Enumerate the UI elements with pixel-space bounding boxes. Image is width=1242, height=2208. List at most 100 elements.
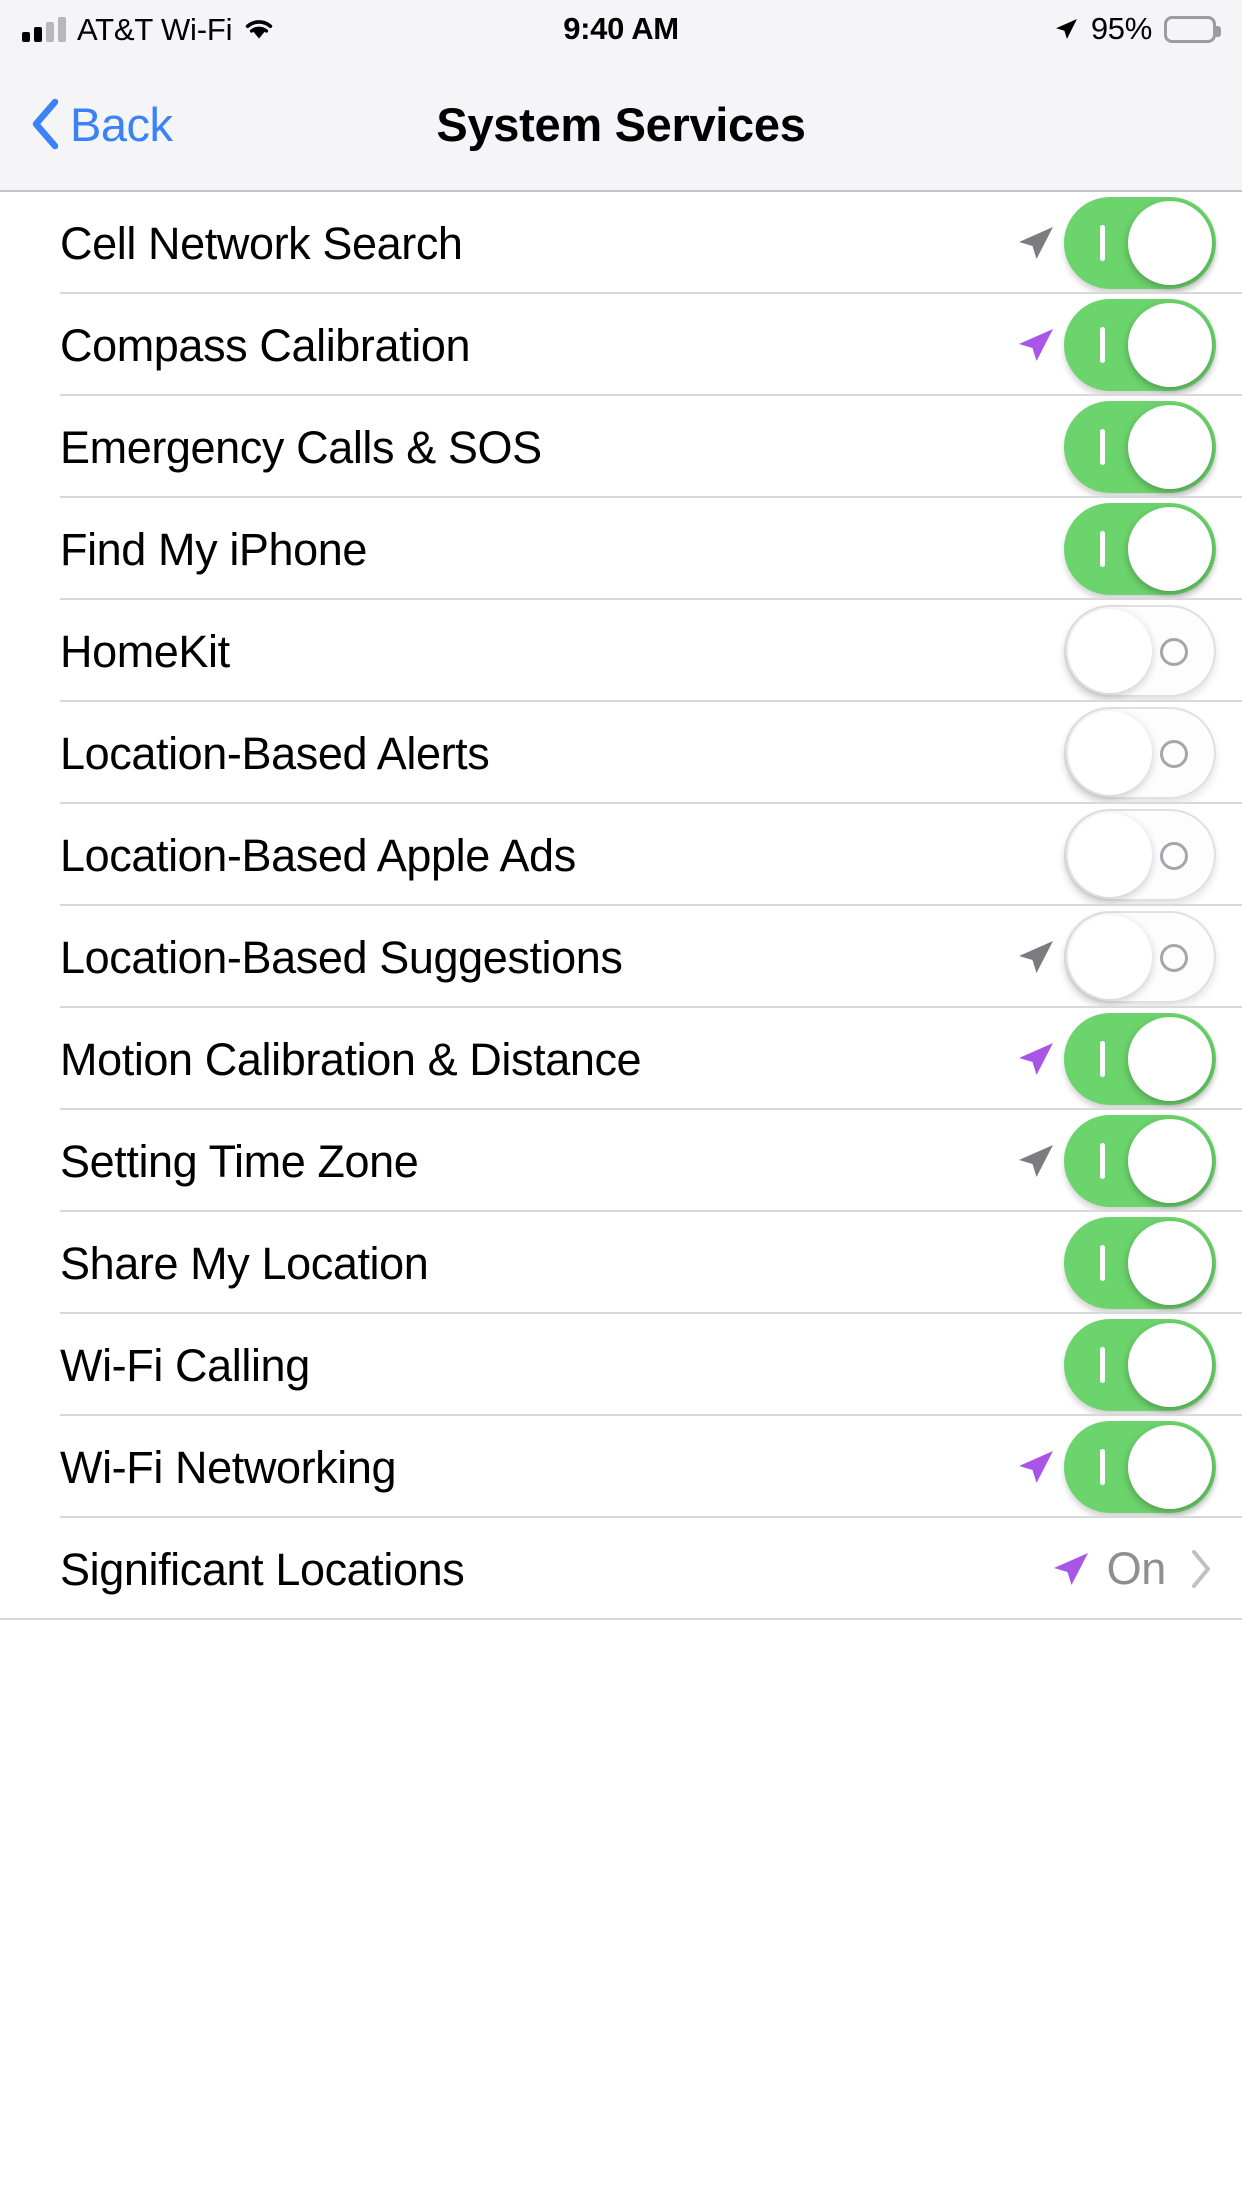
- toggle-knob: [1068, 813, 1152, 897]
- list-item-label: Share My Location: [60, 1237, 429, 1289]
- list-item: Cell Network Search: [0, 192, 1242, 294]
- list-item: Compass Calibration: [0, 294, 1242, 396]
- toggle-off-mark-icon: [1160, 944, 1188, 972]
- location-arrow-icon: [1049, 1547, 1093, 1591]
- location-arrow-icon: [1014, 425, 1058, 469]
- toggle-switch[interactable]: [1064, 1319, 1216, 1411]
- toggle-knob: [1128, 1221, 1212, 1305]
- list-item-label: Emergency Calls & SOS: [60, 421, 542, 473]
- list-item-label: Setting Time Zone: [60, 1135, 419, 1187]
- toggle-on-mark-icon: [1100, 225, 1105, 261]
- location-arrow-icon: [1014, 1037, 1058, 1081]
- list-item-label: Find My iPhone: [60, 523, 368, 575]
- toggle-knob: [1128, 303, 1212, 387]
- toggle-on-mark-icon: [1100, 429, 1105, 465]
- carrier-label: AT&T Wi-Fi: [77, 11, 233, 47]
- list-item-accessory: [1014, 1115, 1216, 1207]
- list-item-accessory: [1014, 197, 1216, 289]
- location-arrow-icon: [1053, 16, 1079, 42]
- list-item-value: On: [1106, 1543, 1167, 1594]
- status-bar-left: AT&T Wi-Fi: [22, 14, 275, 45]
- list-item: Wi-Fi Calling: [0, 1314, 1242, 1416]
- list-item-accessory: [1014, 401, 1216, 493]
- toggle-knob: [1068, 915, 1152, 999]
- list-item: Emergency Calls & SOS: [0, 396, 1242, 498]
- status-bar-right: 95%: [1053, 11, 1221, 47]
- toggle-switch[interactable]: [1064, 401, 1216, 493]
- back-button[interactable]: Back: [0, 97, 173, 152]
- toggle-switch[interactable]: [1064, 197, 1216, 289]
- toggle-knob: [1128, 1119, 1212, 1203]
- list-item: Location-Based Apple Ads: [0, 804, 1242, 906]
- toggle-switch[interactable]: [1064, 299, 1216, 391]
- system-services-list: Cell Network Search Compass Calibration Em…: [0, 192, 1242, 1620]
- list-item-accessory: [1014, 1421, 1216, 1513]
- list-item-label: Compass Calibration: [60, 319, 471, 371]
- toggle-switch[interactable]: [1064, 707, 1216, 799]
- toggle-switch[interactable]: [1064, 911, 1216, 1003]
- list-item: Share My Location: [0, 1212, 1242, 1314]
- toggle-off-mark-icon: [1160, 740, 1188, 768]
- location-arrow-icon: [1014, 1139, 1058, 1183]
- toggle-off-mark-icon: [1160, 842, 1188, 870]
- location-arrow-icon: [1014, 629, 1058, 673]
- toggle-on-mark-icon: [1100, 531, 1105, 567]
- toggle-switch[interactable]: [1064, 1217, 1216, 1309]
- toggle-knob: [1068, 609, 1152, 693]
- list-item: Motion Calibration & Distance: [0, 1008, 1242, 1110]
- list-item-accessory: [1014, 1013, 1216, 1105]
- toggle-on-mark-icon: [1100, 1347, 1105, 1383]
- list-item-accessory: [1014, 809, 1216, 901]
- wifi-icon: [243, 16, 275, 42]
- location-arrow-icon: [1014, 935, 1058, 979]
- toggle-switch[interactable]: [1064, 1013, 1216, 1105]
- toggle-knob: [1128, 1425, 1212, 1509]
- location-arrow-icon: [1014, 1445, 1058, 1489]
- toggle-switch[interactable]: [1064, 1421, 1216, 1513]
- list-item: Find My iPhone: [0, 498, 1242, 600]
- battery-percentage-label: 95%: [1090, 11, 1152, 46]
- list-item: Wi-Fi Networking: [0, 1416, 1242, 1518]
- toggle-knob: [1128, 405, 1212, 489]
- location-arrow-icon: [1014, 323, 1058, 367]
- cellular-signal-icon: [22, 16, 66, 42]
- list-item-label: Significant Locations: [60, 1543, 465, 1595]
- battery-icon: [1164, 15, 1221, 43]
- list-item-accessory: [1014, 605, 1216, 697]
- toggle-knob: [1068, 711, 1152, 795]
- list-item-accessory: [1014, 1319, 1216, 1411]
- list-item-label: Wi-Fi Calling: [60, 1339, 310, 1391]
- toggle-switch[interactable]: [1064, 503, 1216, 595]
- chevron-left-icon: [30, 98, 60, 150]
- list-item: Setting Time Zone: [0, 1110, 1242, 1212]
- list-item-label: Cell Network Search: [60, 217, 463, 269]
- list-item[interactable]: Significant Locations On: [0, 1518, 1242, 1620]
- back-button-label: Back: [70, 97, 173, 151]
- list-item-accessory: [1014, 1217, 1216, 1309]
- list-item: Location-Based Suggestions: [0, 906, 1242, 1008]
- toggle-on-mark-icon: [1100, 327, 1105, 363]
- toggle-knob: [1128, 1017, 1212, 1101]
- list-item: HomeKit: [0, 600, 1242, 702]
- page-title: System Services: [436, 97, 806, 151]
- toggle-on-mark-icon: [1100, 1143, 1105, 1179]
- toggle-switch[interactable]: [1064, 809, 1216, 901]
- list-item-label: HomeKit: [60, 625, 230, 677]
- navigation-bar: Back System Services: [0, 58, 1242, 192]
- toggle-knob: [1128, 1323, 1212, 1407]
- toggle-switch[interactable]: [1064, 1115, 1216, 1207]
- toggle-switch[interactable]: [1064, 605, 1216, 697]
- list-item-accessory: [1014, 503, 1216, 595]
- list-item-label: Location-Based Alerts: [60, 727, 490, 779]
- list-item-accessory: On: [1049, 1543, 1216, 1595]
- location-arrow-icon: [1014, 731, 1058, 775]
- location-arrow-icon: [1014, 1241, 1058, 1285]
- toggle-on-mark-icon: [1100, 1449, 1105, 1485]
- toggle-on-mark-icon: [1100, 1245, 1105, 1281]
- location-arrow-icon: [1014, 221, 1058, 265]
- location-arrow-icon: [1014, 833, 1058, 877]
- list-item-accessory: [1014, 911, 1216, 1003]
- list-item-label: Location-Based Apple Ads: [60, 829, 576, 881]
- chevron-right-icon: [1172, 1549, 1216, 1589]
- toggle-on-mark-icon: [1100, 1041, 1105, 1077]
